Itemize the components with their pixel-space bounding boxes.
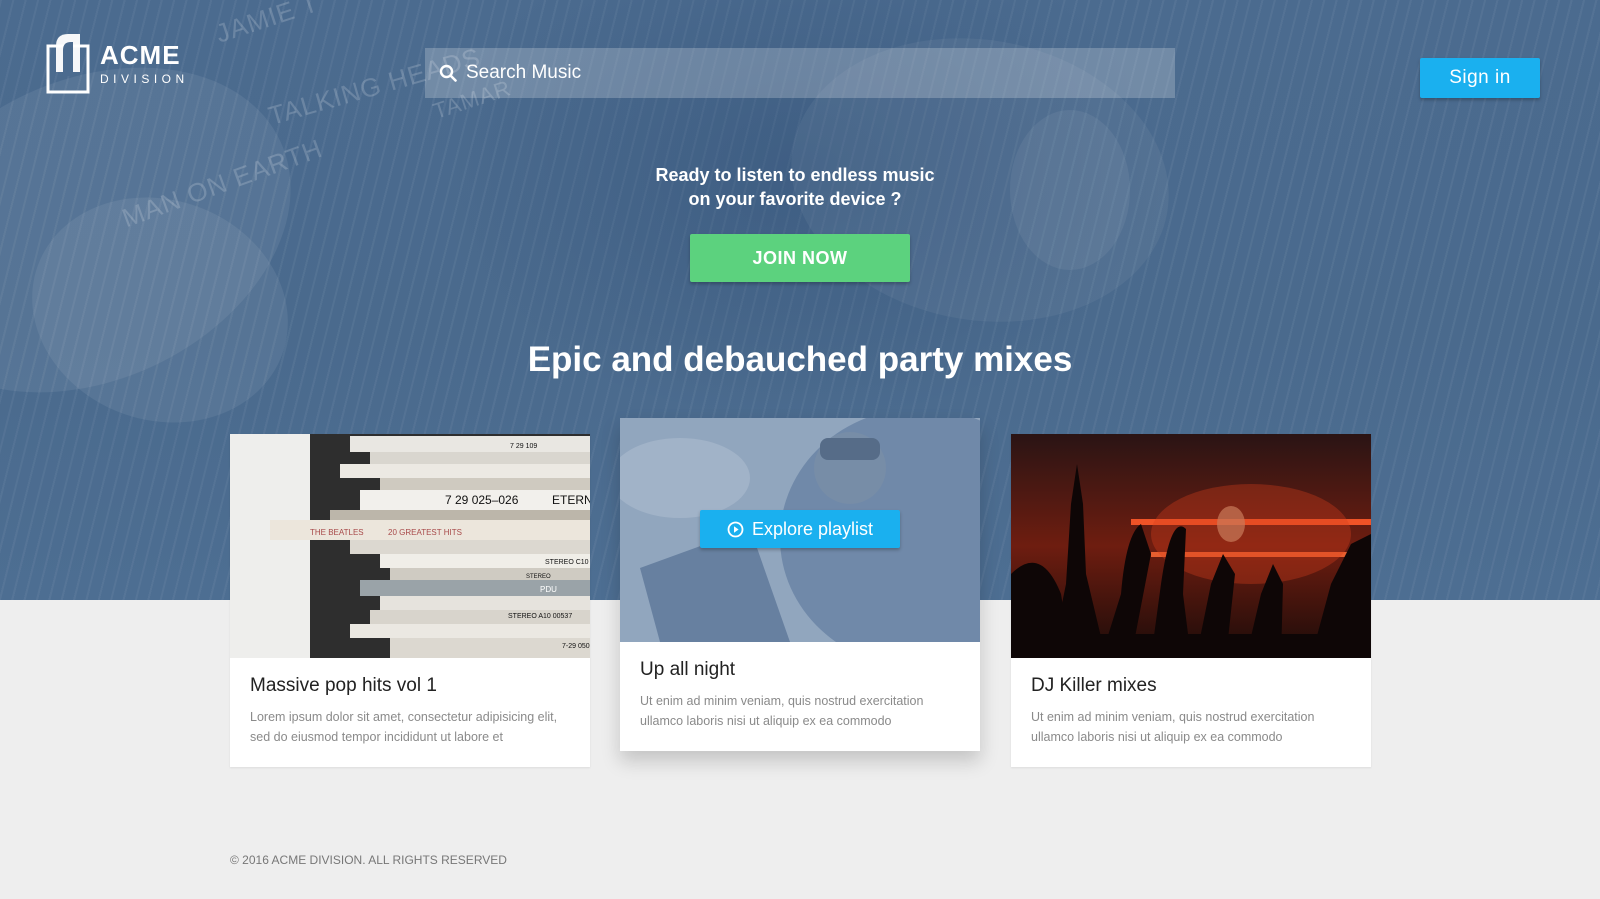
brand-subtitle: DIVISION — [100, 71, 189, 86]
record-label-text: STEREO — [526, 574, 551, 580]
hero-tagline-line: on your favorite device ? — [688, 189, 902, 209]
record-label-text: PDU — [540, 585, 557, 594]
hero-tagline: Ready to listen to endless music on your… — [550, 163, 1040, 211]
playlist-card[interactable]: Explore playlist Up all night Ut enim ad… — [620, 418, 980, 751]
card-title[interactable]: DJ Killer mixes — [1031, 674, 1351, 698]
record-label-text: STEREO A10 00537 — [508, 613, 572, 620]
explore-playlist-label: Explore playlist — [751, 518, 874, 539]
record-label-text: 7 29 109 — [510, 443, 537, 450]
record-label-text: 7-29 050 — [562, 643, 590, 650]
card-image-records: 7 29 109 7 29 025–026 ETERN THE BEATLES … — [230, 434, 590, 658]
record-label-text: 20 GREATEST HITS — [388, 528, 462, 537]
search-input[interactable] — [466, 53, 1146, 93]
card-title[interactable]: Massive pop hits vol 1 — [250, 674, 570, 698]
card-description: Ut enim ad minim veniam, quis nostrud ex… — [1031, 710, 1315, 744]
card-description: Ut enim ad minim veniam, quis nostrud ex… — [640, 694, 924, 728]
record-label-text: 7 29 025–026 — [445, 493, 519, 507]
card-description: Lorem ipsum dolor sit amet, consectetur … — [250, 710, 558, 744]
logo-mark-icon — [46, 34, 90, 94]
brand-logo[interactable]: ACME DIVISION — [46, 32, 189, 94]
card-title[interactable]: Up all night — [640, 658, 960, 682]
section-title: Epic and debauched party mixes — [527, 340, 1073, 379]
card-image-listener: Explore playlist — [620, 418, 980, 642]
explore-playlist-button[interactable]: Explore playlist — [700, 510, 900, 548]
record-label-text: ETERN — [552, 493, 590, 507]
sign-in-button[interactable]: Sign in — [1420, 58, 1540, 98]
hero-tagline-line: Ready to listen to endless music — [655, 165, 935, 185]
brand-name: ACME — [100, 39, 181, 70]
play-circle-icon — [727, 521, 744, 537]
footer-copyright: © 2016 ACME DIVISION. ALL RIGHTS RESERVE… — [230, 853, 507, 867]
record-label-text: THE BEATLES — [310, 528, 364, 537]
playlist-card[interactable]: DJ Killer mixes Ut enim ad minim veniam,… — [1011, 434, 1371, 767]
search-bar[interactable] — [425, 48, 1175, 98]
hero-record-label: JAMIE T — [212, 0, 323, 49]
card-image-concert — [1011, 434, 1371, 658]
record-label-text: STEREO C10 — [545, 559, 589, 566]
search-icon — [439, 64, 457, 82]
playlist-card[interactable]: 7 29 109 7 29 025–026 ETERN THE BEATLES … — [230, 434, 590, 767]
join-now-button[interactable]: JOIN NOW — [690, 234, 910, 282]
